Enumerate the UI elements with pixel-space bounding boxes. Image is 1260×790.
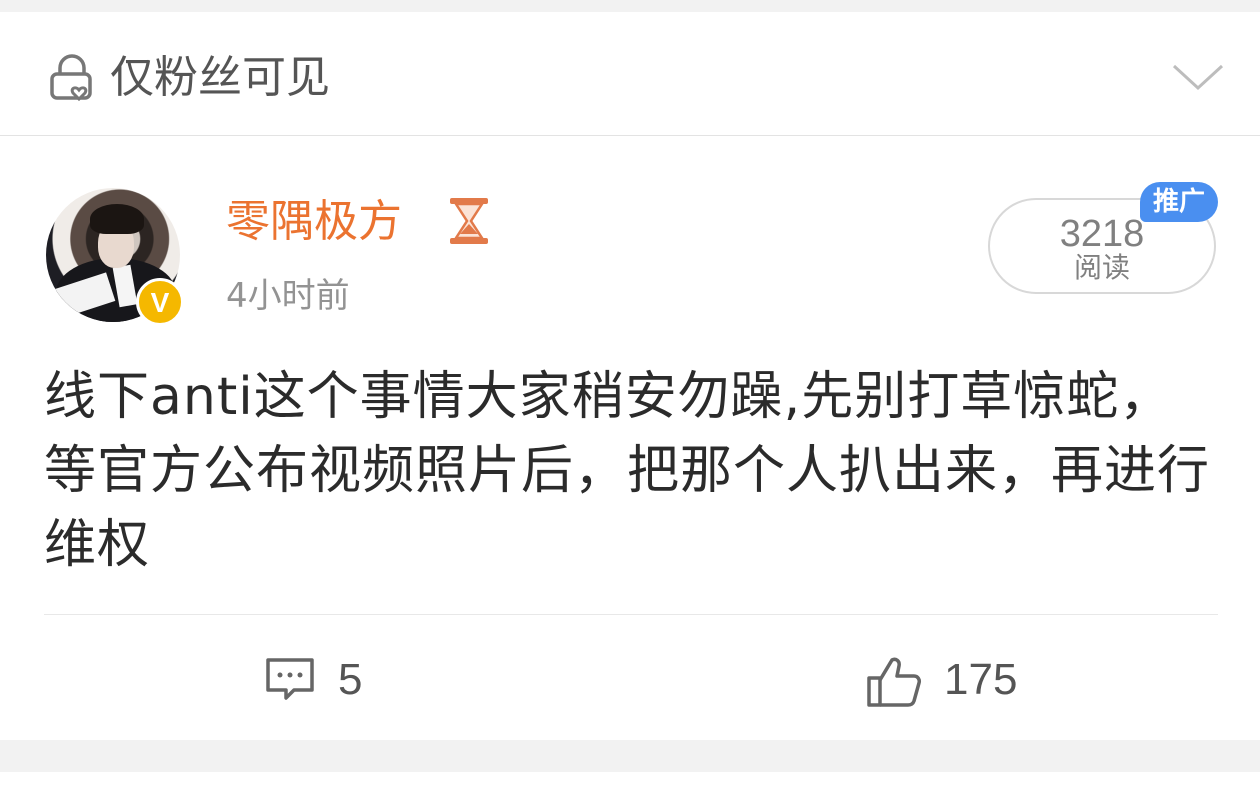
author-name[interactable]: 零隅极方 bbox=[226, 194, 402, 250]
visibility-bar[interactable]: 仅粉丝可见 bbox=[0, 12, 1260, 136]
avatar-hair bbox=[90, 204, 144, 234]
top-spacer bbox=[0, 0, 1260, 12]
chevron-down-icon[interactable] bbox=[1168, 58, 1228, 98]
like-count: 175 bbox=[944, 655, 1018, 704]
post-time: 4小时前 bbox=[226, 276, 350, 316]
like-button[interactable]: 175 bbox=[866, 648, 1046, 712]
post-card: V 零隅极方 4小时前 3218 阅读 推广 线下anti这个事情大家稍安勿躁,… bbox=[0, 136, 1260, 740]
verified-badge-icon: V bbox=[136, 278, 184, 326]
thumbs-up-icon bbox=[867, 657, 921, 707]
verified-badge-letter: V bbox=[150, 287, 170, 318]
comment-icon bbox=[266, 658, 314, 700]
post-text: 线下anti这个事情大家稍安勿躁,先别打草惊蛇，等官方公布视频照片后，把那个人扒… bbox=[44, 367, 1211, 575]
visibility-label: 仅粉丝可见 bbox=[110, 52, 330, 103]
comment-button[interactable]: 5 bbox=[264, 648, 404, 712]
next-card-edge bbox=[0, 772, 1260, 790]
read-count-label: 阅读 bbox=[1073, 251, 1130, 284]
lock-heart-icon bbox=[50, 54, 92, 102]
divider bbox=[44, 614, 1218, 615]
promo-badge: 推广 bbox=[1140, 182, 1218, 222]
hourglass-icon bbox=[450, 198, 488, 244]
comment-count: 5 bbox=[338, 655, 363, 704]
